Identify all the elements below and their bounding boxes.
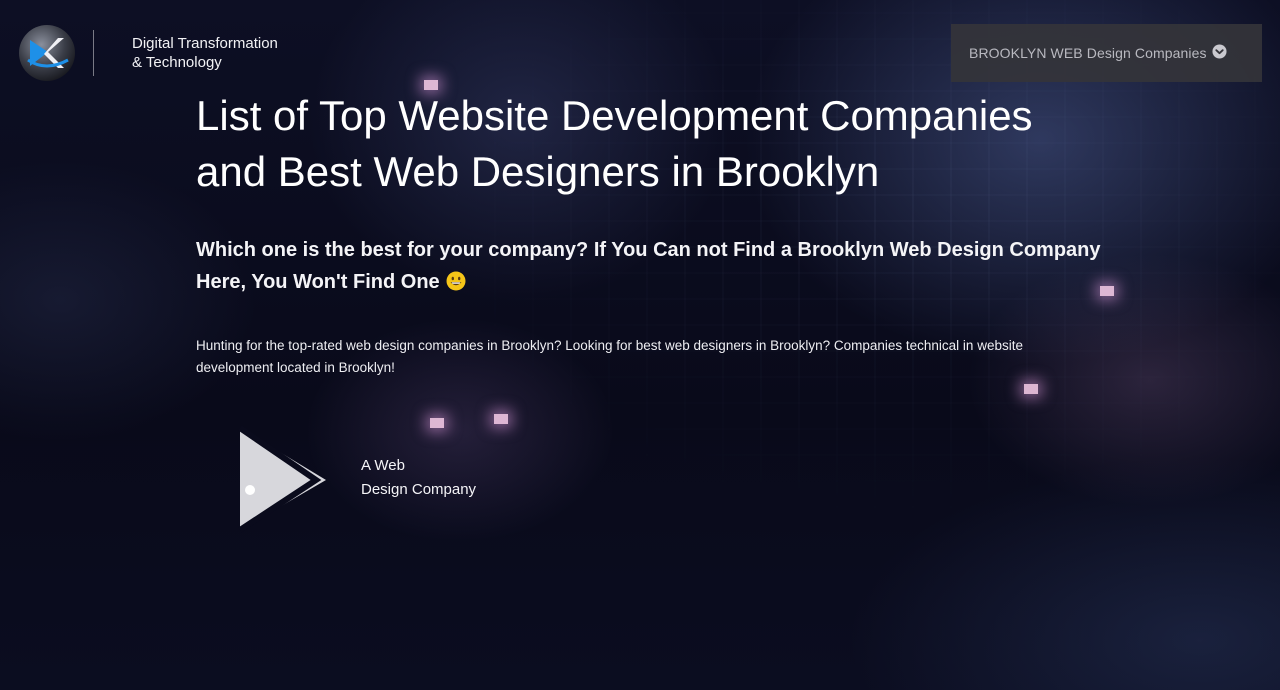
page-subtitle-line-2: Here, You Won't Find One: [196, 266, 1096, 298]
background-light: [1024, 384, 1038, 394]
page-subtitle: Which one is the best for your company? …: [196, 234, 1101, 298]
header-divider: [93, 30, 94, 76]
intro-paragraph: Hunting for the top-rated web design com…: [196, 335, 1076, 379]
company-name-line: A Web: [361, 457, 405, 474]
tagline-line: Digital Transformation: [132, 35, 278, 52]
page-title: List of Top Website Development Companie…: [196, 88, 1096, 200]
chevron-down-circle-icon: [1212, 44, 1227, 59]
page-subtitle-text: Here, You Won't Find One: [196, 271, 440, 293]
background-light: [1100, 286, 1114, 296]
intro-line: development located in Brooklyn!: [196, 360, 395, 375]
company-name-line: Design Company: [361, 481, 477, 498]
brand-tagline: Digital Transformation & Technology: [132, 34, 278, 72]
dropdown-label: BROOKLYN WEB Design Companies: [969, 45, 1207, 61]
company-card[interactable]: A Web Design Company: [230, 418, 530, 538]
grinning-face-emoji-icon: [446, 271, 466, 291]
company-name: A Web Design Company: [361, 454, 476, 502]
page-title-line: List of Top Website Development Companie…: [196, 92, 1033, 139]
category-dropdown[interactable]: BROOKLYN WEB Design Companies: [951, 24, 1262, 82]
page-subtitle-line: Which one is the best for your company? …: [196, 239, 1101, 261]
page-title-line: and Best Web Designers in Brooklyn: [196, 148, 880, 195]
intro-line: Hunting for the top-rated web design com…: [196, 338, 1023, 353]
company-logo-icon: [19, 25, 75, 81]
tagline-line: & Technology: [132, 54, 222, 71]
play-triangle-logo-icon: [238, 425, 326, 533]
